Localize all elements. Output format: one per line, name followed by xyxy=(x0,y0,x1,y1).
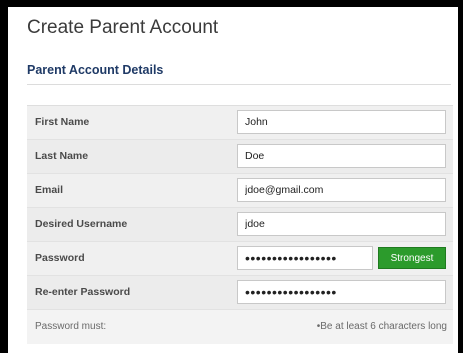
first-name-field[interactable] xyxy=(237,110,446,134)
requirements-label: Password must: xyxy=(35,321,107,332)
first-name-row: First Name xyxy=(27,106,453,140)
password-requirements: Password must: •Be at least 6 characters… xyxy=(27,310,453,344)
reenter-password-label: Re-enter Password xyxy=(35,286,131,298)
last-name-field[interactable] xyxy=(237,144,446,168)
username-row: Desired Username xyxy=(27,208,453,242)
email-field[interactable] xyxy=(237,178,446,202)
create-account-panel: Create Parent Account Parent Account Det… xyxy=(8,7,458,353)
parent-account-form: First Name Last Name Email Desired Usern… xyxy=(27,105,453,344)
username-label: Desired Username xyxy=(35,218,128,230)
page-title: Create Parent Account xyxy=(27,17,219,38)
reenter-password-row: Re-enter Password xyxy=(27,276,453,310)
email-row: Email xyxy=(27,174,453,208)
last-name-label: Last Name xyxy=(35,150,89,162)
username-field[interactable] xyxy=(237,212,446,236)
requirements-text: •Be at least 6 characters long xyxy=(316,321,447,332)
section-title: Parent Account Details xyxy=(27,63,164,77)
password-field[interactable] xyxy=(237,246,373,270)
password-label: Password xyxy=(35,252,85,264)
section-divider xyxy=(27,84,451,85)
password-strength-badge: Strongest xyxy=(378,247,446,269)
last-name-row: Last Name xyxy=(27,140,453,174)
email-label: Email xyxy=(35,184,64,196)
reenter-password-field[interactable] xyxy=(237,280,446,304)
password-row: Password Strongest xyxy=(27,242,453,276)
first-name-label: First Name xyxy=(35,116,90,128)
